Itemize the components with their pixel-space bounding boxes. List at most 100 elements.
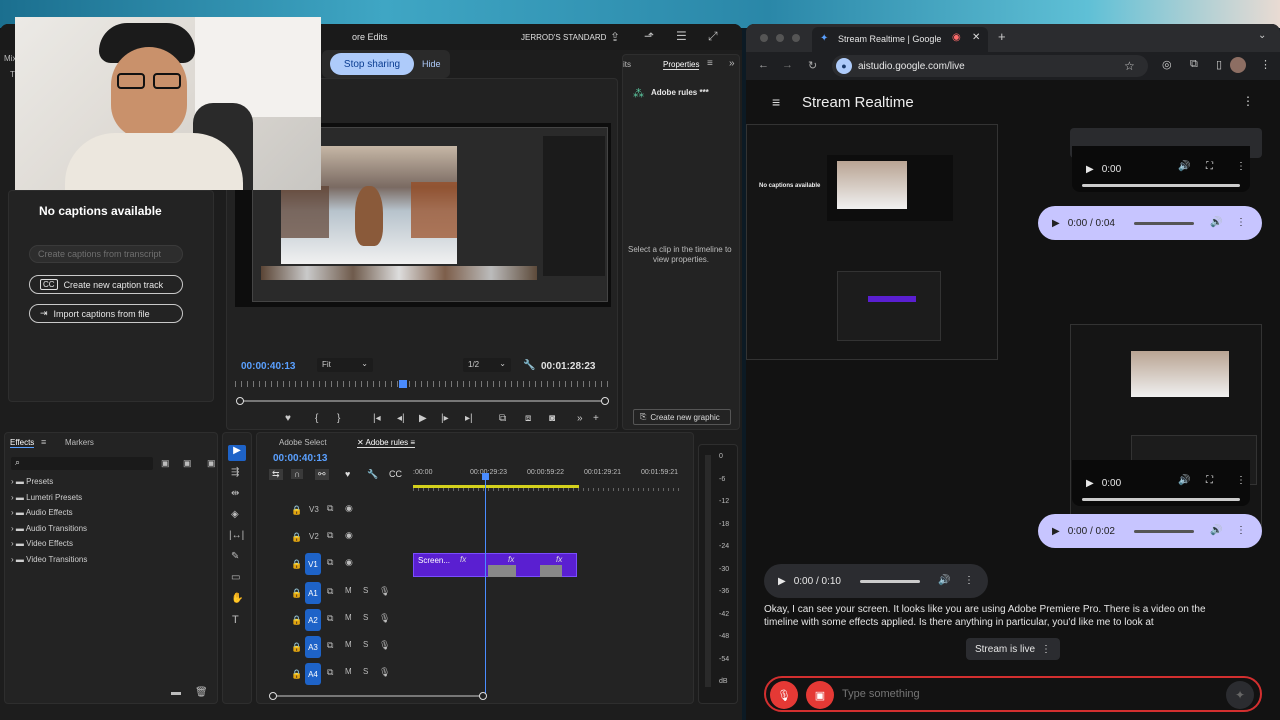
pen-icon[interactable]: ✎ (231, 551, 239, 562)
sync-lock-icon[interactable]: ⧉ (327, 667, 333, 678)
audio-player-4[interactable]: ▶ 0:00 / 0:02 🔊 ⋮ (1038, 514, 1262, 548)
insert-icon[interactable]: ⧉ (499, 413, 506, 424)
play-icon[interactable]: ▶ (419, 413, 427, 424)
audio-progress-1[interactable] (1082, 184, 1240, 187)
effects-folder-item[interactable]: › ▬ Video Transitions (11, 555, 87, 564)
magnet-icon[interactable]: ∩ (291, 469, 304, 479)
accelerated-icon[interactable]: ▣ (207, 458, 216, 469)
microphone-icon[interactable]: 🎙 (379, 586, 390, 597)
timeline-scroll-right[interactable] (479, 692, 487, 700)
sidebar-icon[interactable]: ▯ (1216, 58, 1222, 71)
mic-icon[interactable]: 🎙 (770, 681, 798, 709)
lock-icon[interactable]: 🔒 (291, 615, 302, 626)
resolution-dropdown[interactable]: 1/2 ⌄ (463, 358, 511, 372)
timeline-tab-select[interactable]: Adobe Select (279, 438, 327, 447)
folder-icon[interactable]: ▬ (171, 687, 181, 698)
lock-icon[interactable]: 🔒 (291, 559, 302, 570)
audio-player-1[interactable]: ▶ 0:00 🔊 ⛶ ⋮ (1072, 146, 1250, 192)
play-icon[interactable]: ▶ (1052, 526, 1060, 537)
new-bin-icon[interactable]: ▣ (161, 458, 170, 469)
sync-lock-icon[interactable]: ⧉ (327, 530, 333, 541)
fullscreen-video-icon[interactable]: ⛶ (1206, 161, 1213, 172)
play-icon[interactable]: ▶ (1086, 164, 1094, 175)
track-target-V1[interactable]: V1 (305, 553, 321, 575)
play-icon[interactable]: ▶ (1052, 218, 1060, 229)
overwrite-icon[interactable]: ⧈ (525, 413, 531, 424)
solo-button[interactable]: S (363, 667, 368, 676)
active-tab[interactable]: ✦ Stream Realtime | Google ◉ ✕ (812, 27, 988, 52)
microphone-icon[interactable]: 🎙 (379, 613, 390, 624)
mute-button[interactable]: M (345, 586, 352, 595)
address-bar[interactable]: ● aistudio.google.com/live ☆ (832, 55, 1148, 77)
go-to-in-icon[interactable]: |◂ (373, 413, 381, 424)
volume-icon[interactable]: 🔊 (1178, 475, 1190, 486)
message-input[interactable] (842, 684, 1212, 704)
fullscreen-video-icon[interactable]: ⛶ (1206, 475, 1213, 486)
track-target-A2[interactable]: A2 (305, 609, 321, 631)
create-caption-track-button[interactable]: CC Create new caption track (29, 275, 183, 294)
sync-lock-icon[interactable]: ⧉ (327, 557, 333, 568)
stop-sharing-button[interactable]: Stop sharing (330, 53, 414, 75)
mute-button[interactable]: M (345, 613, 352, 622)
screenshot-thumbnail-1[interactable]: No captions available (746, 124, 998, 360)
type-tool-icon[interactable]: T (232, 614, 239, 626)
workspace-label[interactable]: JERROD'S STANDARD (521, 33, 606, 42)
more-options-icon[interactable]: ⋮ (1236, 475, 1246, 486)
effects-menu-icon[interactable]: ≡ (41, 437, 46, 447)
back-icon[interactable]: ← (758, 59, 769, 71)
mute-button[interactable]: M (345, 640, 352, 649)
effects-folder-item[interactable]: › ▬ Video Effects (11, 539, 73, 548)
track-target-A3[interactable]: A3 (305, 636, 321, 658)
slip-icon[interactable]: |↔| (229, 530, 244, 541)
volume-icon[interactable]: 🔊 (1178, 161, 1190, 172)
mark-in-icon[interactable]: { (315, 413, 318, 424)
more-options-icon[interactable]: ⋮ (964, 575, 974, 586)
eye-icon[interactable]: ◉ (345, 503, 353, 514)
microphone-icon[interactable]: 🎙 (379, 667, 390, 678)
scroll-handle-right[interactable] (601, 397, 609, 405)
close-tab-icon[interactable]: ✕ (972, 32, 980, 43)
hide-button[interactable]: Hide (422, 59, 441, 69)
scroll-handle-left[interactable] (236, 397, 244, 405)
go-to-out-icon[interactable]: ▸| (465, 413, 473, 424)
ripple-edit-icon[interactable]: ⇹ (231, 488, 239, 499)
audio-progress-3[interactable] (1082, 498, 1240, 501)
selection-tool-icon[interactable]: ▶ (228, 445, 246, 461)
audio-player-3[interactable]: ▶ 0:00 🔊 ⛶ ⋮ (1072, 460, 1250, 506)
effects-folder-item[interactable]: › ▬ Presets (11, 477, 53, 486)
effects-tab[interactable]: Effects (10, 438, 35, 448)
tab-search-icon[interactable]: ⌄ (1258, 30, 1266, 41)
import-captions-button[interactable]: ⇥ Import captions from file (29, 304, 183, 323)
audio-progress-5[interactable] (860, 580, 920, 583)
timeline-tab-rules[interactable]: ✕ Adobe rules ≡ (357, 438, 416, 448)
properties-tab[interactable]: Properties (663, 60, 700, 70)
volume-icon[interactable]: 🔊 (1210, 217, 1222, 228)
google-lens-icon[interactable]: ◎ (1162, 58, 1172, 71)
its-tab[interactable]: its (623, 60, 631, 69)
lock-icon[interactable]: 🔒 (291, 588, 302, 599)
reload-icon[interactable]: ↻ (808, 59, 817, 72)
effects-folder-item[interactable]: › ▬ Lumetri Presets (11, 493, 82, 502)
create-from-transcript-button[interactable]: Create captions from transcript (29, 245, 183, 263)
linked-icon[interactable]: ⚯ (315, 469, 329, 480)
menu-icon[interactable]: ☰ (676, 29, 687, 43)
fullscreen-icon[interactable]: ⤢ (708, 29, 718, 44)
captions-icon[interactable]: CC (389, 469, 402, 479)
zoom-scrollbar[interactable] (239, 400, 609, 402)
play-icon[interactable]: ▶ (1086, 478, 1094, 489)
mark-out-icon[interactable]: } (337, 413, 340, 424)
lock-icon[interactable]: 🔒 (291, 669, 302, 680)
send-icon[interactable]: ✦ (1226, 681, 1254, 709)
yuv-icon[interactable]: ▣ (183, 458, 192, 469)
playhead-marker[interactable] (399, 380, 407, 388)
audio-progress-2[interactable] (1134, 222, 1194, 225)
lock-icon[interactable]: 🔒 (291, 505, 302, 516)
track-select-icon[interactable]: ⇶ (231, 467, 239, 478)
video-clip[interactable]: Screen... fx fx fx (413, 553, 577, 577)
solo-button[interactable]: S (363, 640, 368, 649)
site-info-icon[interactable]: ● (836, 58, 852, 74)
export-icon[interactable]: ⬏ (644, 29, 654, 43)
volume-icon[interactable]: 🔊 (1210, 525, 1222, 536)
hand-icon[interactable]: ✋ (231, 593, 243, 604)
sync-lock-icon[interactable]: ⧉ (327, 503, 333, 514)
